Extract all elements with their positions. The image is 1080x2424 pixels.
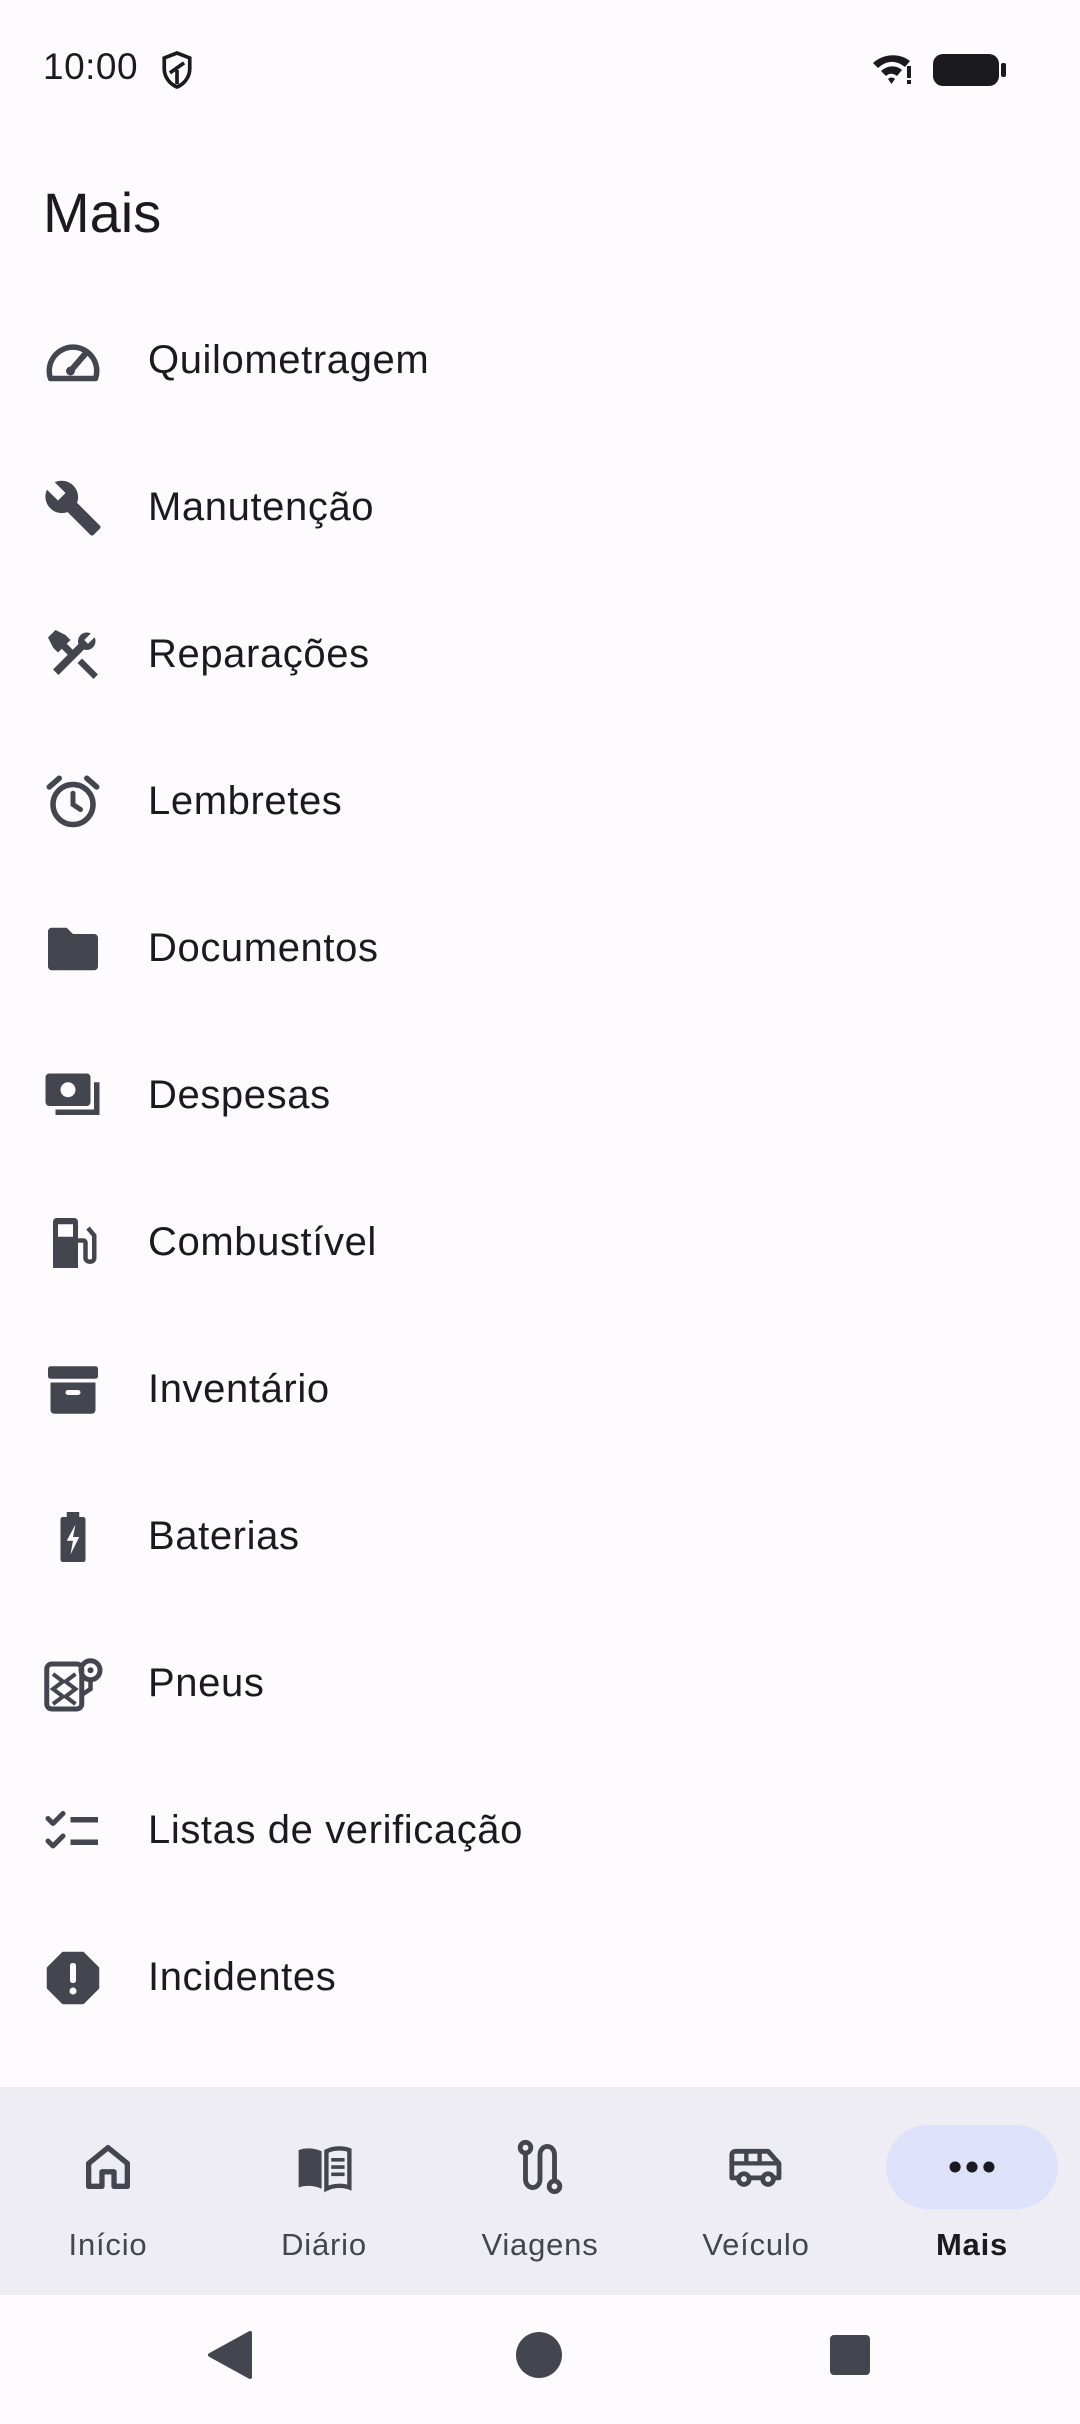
nav-label: Início bbox=[68, 2227, 148, 2262]
home-button[interactable] bbox=[509, 2325, 569, 2385]
nav-indicator bbox=[22, 2125, 194, 2209]
hammer-wrench-icon bbox=[43, 625, 103, 685]
wrench-icon bbox=[43, 478, 103, 538]
back-button[interactable] bbox=[200, 2325, 260, 2385]
menu-item-label: Quilometragem bbox=[148, 338, 430, 382]
menu-item-listas-de-verificacao[interactable]: Listas de verificação bbox=[0, 1757, 1080, 1904]
folder-icon bbox=[43, 919, 103, 979]
more-horiz-icon bbox=[949, 2161, 995, 2173]
archive-icon bbox=[43, 1360, 103, 1420]
home-circle-icon bbox=[516, 2332, 562, 2378]
home-icon bbox=[86, 2145, 130, 2189]
nav-item-mais[interactable]: Mais bbox=[864, 2087, 1080, 2295]
menu-item-reparacoes[interactable]: Reparações bbox=[0, 581, 1080, 728]
alarm-icon bbox=[43, 772, 103, 832]
recents-button[interactable] bbox=[820, 2325, 880, 2385]
menu-item-label: Incidentes bbox=[148, 1955, 337, 1999]
back-icon bbox=[208, 2331, 252, 2379]
menu-item-label: Documentos bbox=[148, 926, 379, 970]
book-icon bbox=[298, 2146, 352, 2193]
system-navigation-bar bbox=[0, 2295, 1080, 2424]
nav-item-veiculo[interactable]: Veículo bbox=[648, 2087, 864, 2295]
nav-item-diario[interactable]: Diário bbox=[216, 2087, 432, 2295]
money-icon bbox=[43, 1066, 103, 1126]
menu-item-label: Baterias bbox=[148, 1514, 300, 1558]
nav-indicator bbox=[886, 2125, 1058, 2209]
shield-icon bbox=[162, 51, 192, 89]
menu-item-manutencao[interactable]: Manutenção bbox=[0, 434, 1080, 581]
checklist-icon bbox=[43, 1801, 103, 1861]
speedometer-icon bbox=[43, 331, 103, 391]
nav-item-inicio[interactable]: Início bbox=[0, 2087, 216, 2295]
status-bar: 10:00 bbox=[0, 0, 1080, 140]
recents-icon bbox=[830, 2335, 870, 2375]
bottom-navigation: Início Diário Viagens Veículo Mais bbox=[0, 2087, 1080, 2295]
menu-item-label: Manutenção bbox=[148, 485, 375, 529]
menu-item-label: Pneus bbox=[148, 1661, 265, 1705]
menu-item-combustivel[interactable]: Combustível bbox=[0, 1169, 1080, 1316]
route-icon bbox=[517, 2139, 563, 2195]
page-title: Mais bbox=[43, 181, 162, 244]
nav-label: Mais bbox=[935, 2227, 1009, 2262]
menu-item-pneus[interactable]: Pneus bbox=[0, 1610, 1080, 1757]
menu-item-label: Listas de verificação bbox=[148, 1808, 524, 1852]
wifi-icon bbox=[873, 55, 911, 84]
fuel-icon bbox=[43, 1213, 103, 1273]
battery-charging-icon bbox=[43, 1507, 103, 1567]
nav-label: Veículo bbox=[702, 2227, 810, 2262]
nav-label: Viagens bbox=[481, 2227, 599, 2262]
nav-item-viagens[interactable]: Viagens bbox=[432, 2087, 648, 2295]
tire-icon bbox=[43, 1654, 103, 1714]
menu-item-incidentes[interactable]: Incidentes bbox=[0, 1904, 1080, 2051]
menu-item-inventario[interactable]: Inventário bbox=[0, 1316, 1080, 1463]
van-icon bbox=[729, 2148, 782, 2187]
menu-item-label: Reparações bbox=[148, 632, 370, 676]
menu-item-quilometragem[interactable]: Quilometragem bbox=[0, 287, 1080, 434]
menu-item-despesas[interactable]: Despesas bbox=[0, 1022, 1080, 1169]
menu-list: Quilometragem Manutenção Reparações Lemb… bbox=[0, 287, 1080, 2051]
menu-item-label: Combustível bbox=[148, 1220, 377, 1264]
menu-item-lembretes[interactable]: Lembretes bbox=[0, 728, 1080, 875]
menu-item-label: Despesas bbox=[148, 1073, 331, 1117]
menu-item-label: Inventário bbox=[148, 1367, 330, 1411]
alert-octagon-icon bbox=[43, 1948, 103, 2008]
nav-indicator bbox=[670, 2125, 842, 2209]
battery-icon bbox=[933, 54, 1006, 86]
menu-item-label: Lembretes bbox=[148, 779, 343, 823]
nav-indicator bbox=[238, 2125, 410, 2209]
nav-indicator bbox=[454, 2125, 626, 2209]
menu-item-baterias[interactable]: Baterias bbox=[0, 1463, 1080, 1610]
nav-label: Diário bbox=[281, 2227, 367, 2262]
menu-item-documentos[interactable]: Documentos bbox=[0, 875, 1080, 1022]
status-time: 10:00 bbox=[43, 46, 139, 87]
